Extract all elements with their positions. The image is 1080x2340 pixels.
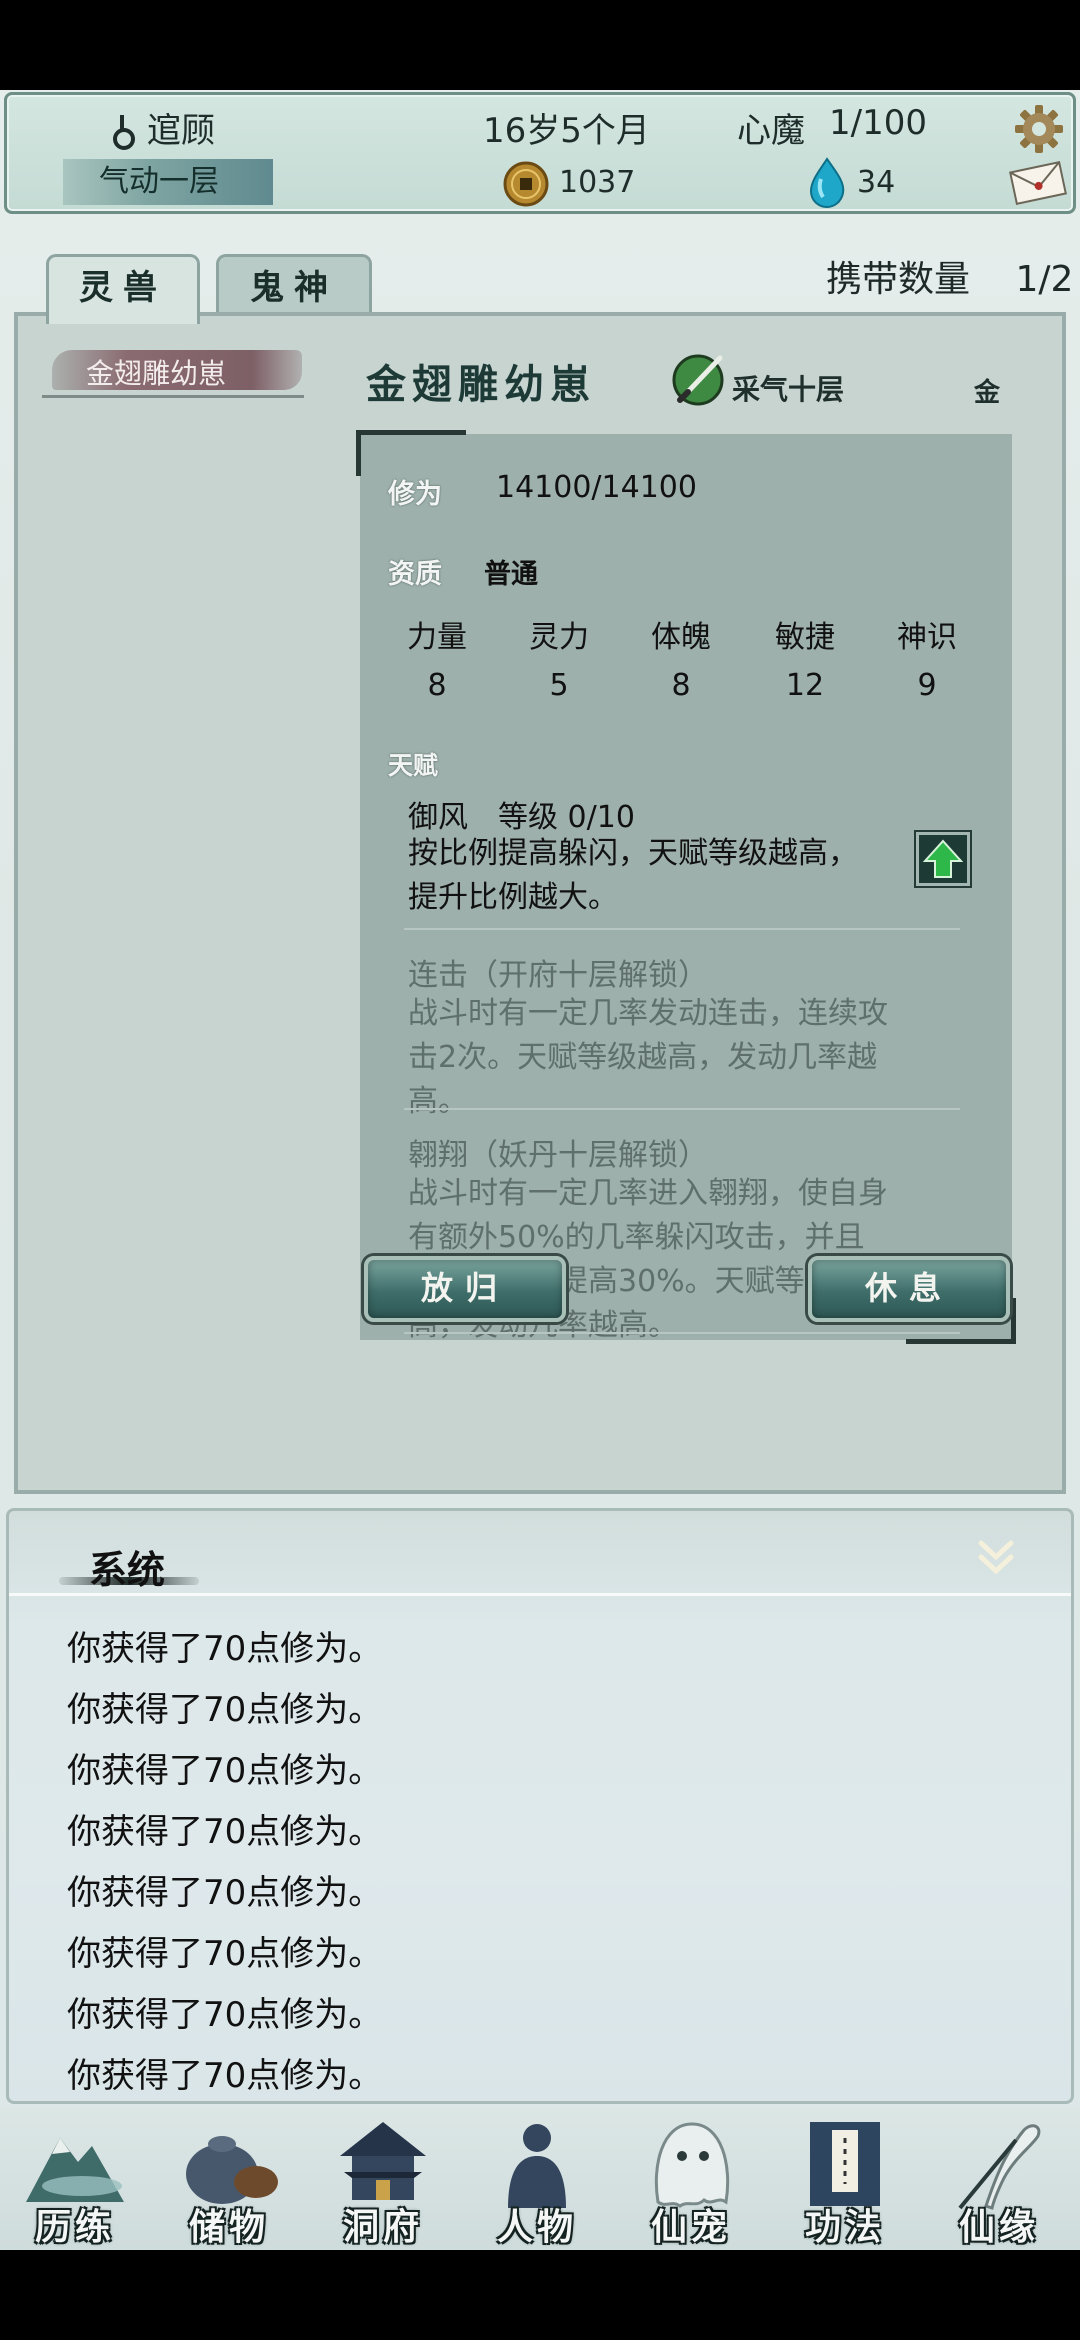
log-line: 你获得了70点修为。 (67, 1873, 383, 1913)
log-line: 你获得了70点修为。 (67, 1995, 383, 2035)
nav-item-fate[interactable]: 仙缘 (924, 2108, 1074, 2250)
log-line: 你获得了70点修为。 (67, 1812, 383, 1852)
tab-spirit-beast[interactable]: 灵兽 (46, 254, 200, 324)
stat-value: 8 (427, 668, 447, 703)
realm-badge: 气动一层 (63, 159, 273, 205)
gem-count: 34 (857, 165, 896, 200)
talent-desc: 按比例提高躲闪，天赋等级越高，提升比例越大。 (408, 836, 858, 915)
stat-value: 12 (785, 668, 825, 703)
carry-value: 1/2 (1015, 259, 1074, 300)
game-screen: 逭顾 气动一层 16岁5个月 心魔 1/100 1037 34 灵兽 鬼神 携带… (0, 90, 1080, 2250)
divider (404, 1332, 960, 1334)
gear-icon[interactable] (1013, 103, 1065, 155)
nav-label: 人物 (496, 2206, 577, 2248)
talent-upgrade-button[interactable] (916, 832, 970, 886)
demon-value: 1/100 (829, 103, 927, 143)
carry-label: 携带数量 (826, 259, 971, 300)
system-log: 系统 你获得了70点修为。 你获得了70点修为。 你获得了70点修为。 你获得了… (6, 1508, 1074, 2104)
nav-item-techniques[interactable]: 功法 (770, 2108, 920, 2250)
tab-ghost-god[interactable]: 鬼神 (216, 254, 372, 320)
pet-list-item[interactable]: 金翅雕幼崽 (42, 346, 304, 398)
nav-item-cave[interactable]: 洞府 (308, 2108, 458, 2250)
log-line: 你获得了70点修为。 (67, 1690, 383, 1730)
talent-label: 天赋 (388, 751, 439, 780)
divider (404, 1108, 960, 1110)
nav-label: 功法 (804, 2206, 885, 2248)
nav-label: 仙宠 (650, 2206, 731, 2248)
pet-list-item-label: 金翅雕幼崽 (86, 357, 227, 390)
cultivation-label: 修为 (388, 479, 442, 510)
carry-count: 携带数量 1/2 (826, 250, 1073, 302)
demon-label: 心魔 (737, 111, 805, 151)
pet-level: 采气十层 (732, 373, 845, 406)
corner-decoration (356, 430, 466, 476)
locked-talent-head: 连击（开府十层解锁） (408, 958, 708, 993)
stat-name: 体魄 (651, 620, 711, 655)
rest-button[interactable]: 休息 (808, 1256, 1010, 1322)
nav-item-pet[interactable]: 仙宠 (616, 2108, 766, 2250)
nav-label: 历练 (34, 2206, 115, 2248)
stat-value: 8 (671, 668, 691, 703)
divider (9, 1593, 1071, 1596)
release-button[interactable]: 放归 (364, 1256, 566, 1322)
nav-item-training[interactable]: 历练 (0, 2108, 150, 2250)
stat-value: 5 (549, 668, 569, 703)
log-line: 你获得了70点修为。 (67, 1934, 383, 1974)
log-line: 你获得了70点修为。 (67, 1629, 383, 1669)
coin-icon (503, 161, 549, 207)
arrow-up-icon (922, 839, 964, 878)
age-text: 16岁5个月 (483, 111, 650, 151)
quality-label: 资质 (388, 559, 442, 590)
pet-element: 金 (974, 378, 1001, 408)
stat-name: 力量 (407, 620, 467, 655)
status-header: 逭顾 气动一层 16岁5个月 心魔 1/100 1037 34 (4, 92, 1076, 214)
chevron-down-icon[interactable] (973, 1535, 1019, 1581)
pet-name: 金翅雕幼崽 (366, 361, 596, 408)
stat-name: 神识 (897, 620, 957, 655)
stat-name: 灵力 (529, 620, 589, 655)
log-line: 你获得了70点修为。 (67, 2056, 383, 2096)
gourd-icon (113, 115, 135, 150)
nav-item-character[interactable]: 人物 (462, 2108, 612, 2250)
divider (404, 928, 960, 930)
mail-icon[interactable] (1007, 159, 1069, 207)
pet-info-box: 修为 14100/14100 资质 普通 力量 灵力 体魄 敏捷 神识 8 5 … (356, 430, 1016, 1344)
player-name: 逭顾 (147, 111, 215, 151)
stat-value: 9 (917, 668, 937, 703)
nav-label: 仙缘 (958, 2206, 1039, 2248)
nav-item-storage[interactable]: 储物 (154, 2108, 304, 2250)
quality-value: 普通 (484, 559, 538, 590)
stat-name: 敏捷 (775, 620, 835, 655)
nav-label: 洞府 (342, 2206, 423, 2248)
locked-talent-desc: 战斗时有一定几率发动连击，连续攻击2次。天赋等级越高，发动几率越高。 (408, 996, 888, 1119)
talent-head: 御风 等级 0/10 (408, 800, 635, 835)
nav-label: 储物 (188, 2206, 269, 2248)
cultivation-value: 14100/14100 (496, 470, 697, 505)
rename-brush-icon[interactable] (672, 352, 728, 406)
bottom-nav: 历练 储物 洞府 人物 仙宠 功法 仙缘 (0, 2108, 1080, 2250)
spirit-stone-icon (809, 157, 845, 209)
log-title: 系统 (89, 1547, 166, 1592)
coin-count: 1037 (559, 165, 636, 200)
log-line: 你获得了70点修为。 (67, 1751, 383, 1791)
locked-talent-head: 翱翔（妖丹十层解锁） (408, 1138, 708, 1173)
